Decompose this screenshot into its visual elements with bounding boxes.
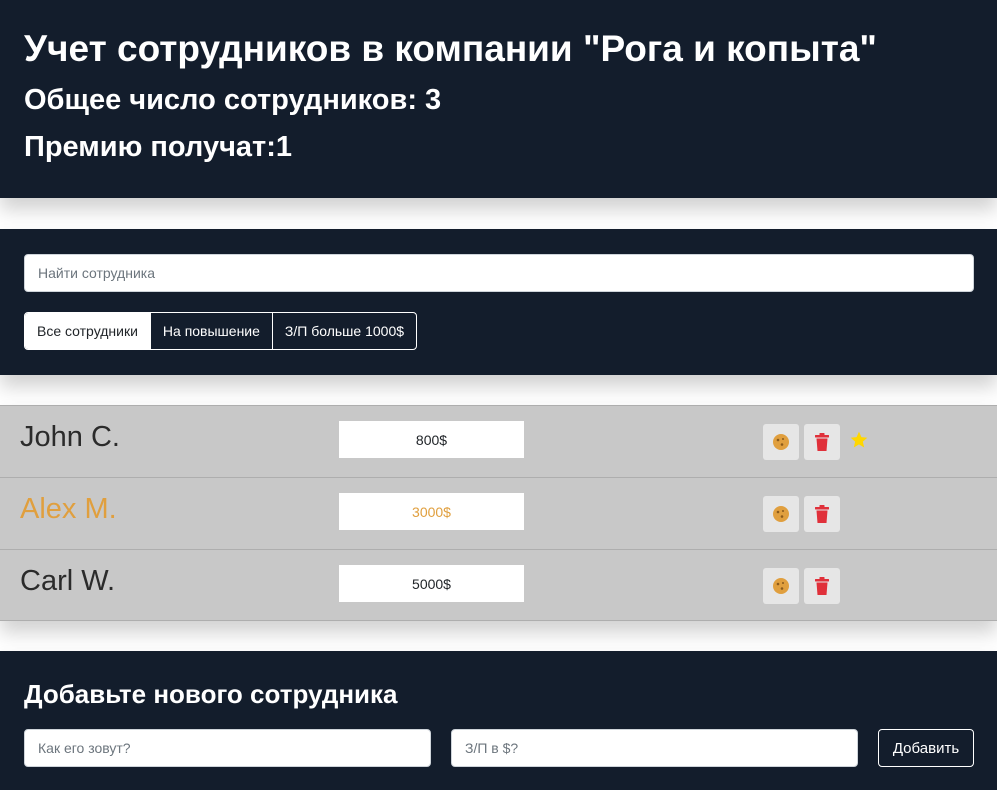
add-button[interactable]: Добавить bbox=[878, 729, 974, 767]
salary-field[interactable]: 3000$ bbox=[339, 493, 524, 530]
cookie-button[interactable] bbox=[763, 424, 799, 460]
employee-name[interactable]: Carl W. bbox=[20, 565, 115, 598]
list-item: John C. 800$ bbox=[0, 405, 997, 477]
cookie-icon bbox=[773, 578, 789, 594]
salary-field[interactable]: 5000$ bbox=[339, 565, 524, 602]
page-title: Учет сотрудников в компании "Рога и копы… bbox=[24, 28, 877, 69]
salary-field[interactable]: 800$ bbox=[339, 421, 524, 458]
delete-button[interactable] bbox=[804, 424, 840, 460]
employee-name[interactable]: John C. bbox=[20, 421, 120, 454]
employee-name[interactable]: Alex M. bbox=[20, 493, 117, 526]
delete-button[interactable] bbox=[804, 496, 840, 532]
filter-group: Все сотрудники На повышение З/П больше 1… bbox=[24, 312, 418, 350]
trash-icon bbox=[815, 577, 829, 595]
name-input[interactable] bbox=[24, 729, 431, 767]
delete-button[interactable] bbox=[804, 568, 840, 604]
cookie-button[interactable] bbox=[763, 496, 799, 532]
app-info-panel: Учет сотрудников в компании "Рога и копы… bbox=[0, 0, 997, 198]
cookie-icon bbox=[773, 434, 789, 450]
employees-list: John C. 800$ Alex M. 3000$ Carl W. 5000$ bbox=[0, 405, 997, 621]
trash-icon bbox=[815, 433, 829, 451]
add-form-title: Добавьте нового сотрудника bbox=[24, 679, 398, 709]
total-employees: Общее число сотрудников: 3 bbox=[24, 84, 442, 116]
search-input[interactable] bbox=[24, 254, 974, 292]
bonus-count: Премию получат:1 bbox=[24, 131, 293, 163]
salary-input[interactable] bbox=[451, 729, 858, 767]
cookie-button[interactable] bbox=[763, 568, 799, 604]
star-icon bbox=[850, 431, 868, 448]
list-item: Carl W. 5000$ bbox=[0, 549, 997, 621]
cookie-icon bbox=[773, 506, 789, 522]
filter-increase-button[interactable]: На повышение bbox=[151, 313, 273, 349]
search-panel: Все сотрудники На повышение З/П больше 1… bbox=[0, 229, 997, 375]
trash-icon bbox=[815, 505, 829, 523]
add-employee-form: Добавьте нового сотрудника Добавить bbox=[0, 651, 997, 790]
filter-salary-button[interactable]: З/П больше 1000$ bbox=[273, 313, 416, 349]
list-item: Alex M. 3000$ bbox=[0, 477, 997, 549]
filter-all-button[interactable]: Все сотрудники bbox=[25, 313, 151, 349]
